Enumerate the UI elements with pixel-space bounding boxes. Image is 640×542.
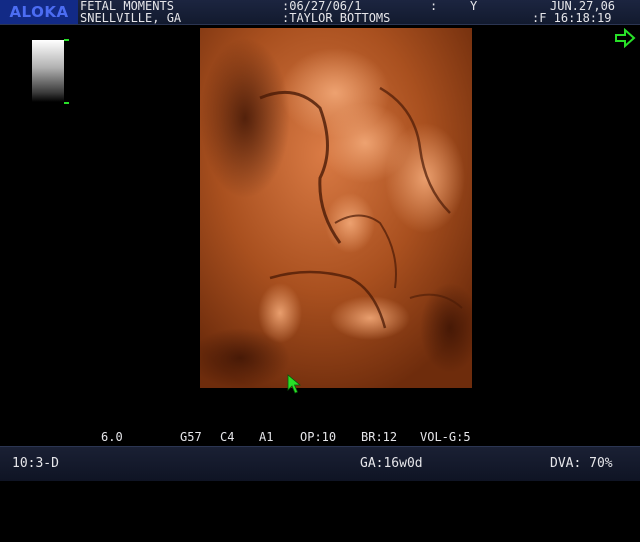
- status-header: ALOKA FETAL MOMENTS SNELLVILLE, GA :06/2…: [0, 0, 640, 25]
- gray-scale-bar: [32, 40, 64, 102]
- brand-logo: ALOKA: [0, 0, 78, 24]
- gestational-age: GA:16w0d: [360, 456, 423, 471]
- patient-flag-separator: :: [430, 0, 438, 13]
- gray-scale-bottom-marker: [64, 102, 69, 104]
- acoustic-value: A1: [259, 430, 274, 444]
- arrow-right-icon[interactable]: [614, 28, 636, 48]
- status-footer: 10:3-D GA:16w0d DVA: 70%: [0, 446, 640, 481]
- opacity-value: OP:10: [300, 430, 337, 444]
- depth-value: 6.0: [101, 430, 123, 444]
- contrast-value: C4: [220, 430, 235, 444]
- patient-flag: Y: [470, 0, 478, 13]
- brightness-value: BR:12: [361, 430, 398, 444]
- dva-value: DVA: 70%: [550, 456, 613, 471]
- volume-gain-value: VOL-G:5: [420, 430, 471, 444]
- gray-scale-top-marker: [64, 39, 69, 41]
- gain-value: G57: [180, 430, 202, 444]
- scan-mode: 10:3-D: [12, 456, 59, 471]
- cursor-icon: [287, 374, 301, 394]
- institution-location: SNELLVILLE, GA: [80, 11, 182, 25]
- patient-name: :TAYLOR BOTTOMS: [282, 11, 391, 25]
- frame-time: :F 16:18:19: [532, 11, 612, 25]
- ultrasound-image: [200, 28, 472, 388]
- imaging-parameters: 6.0 G57 C4 A1 OP:10 BR:12 VOL-G:5: [0, 430, 640, 444]
